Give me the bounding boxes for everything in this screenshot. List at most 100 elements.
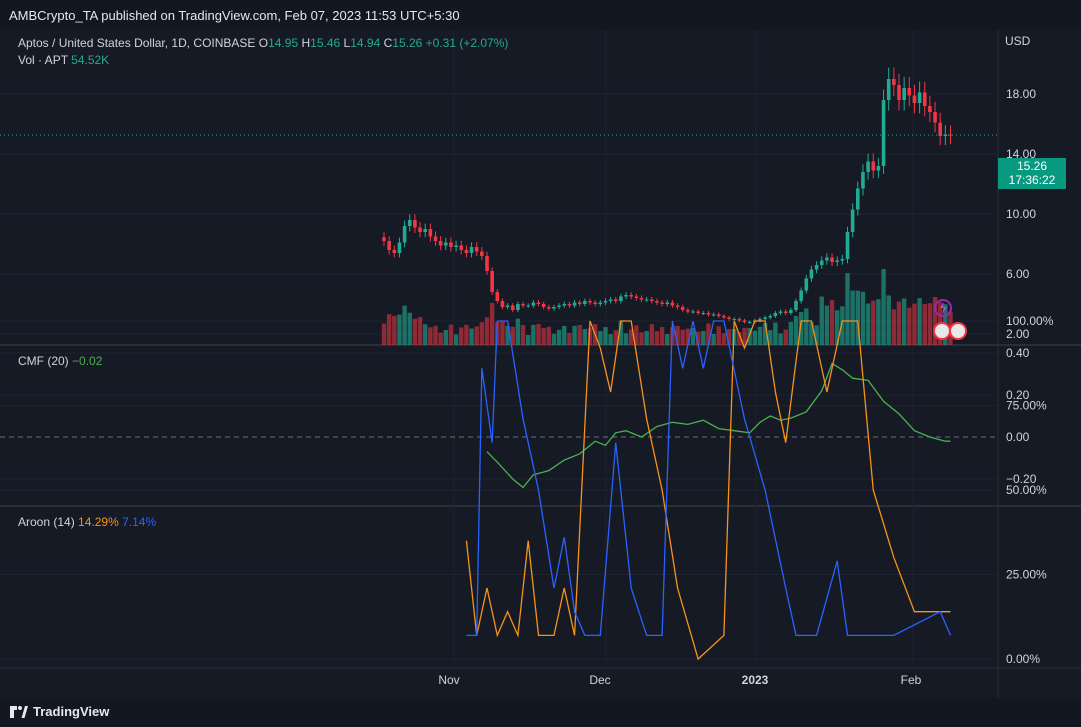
close-value: 15.26 xyxy=(392,36,423,50)
volume-bar xyxy=(562,325,567,345)
volume-bar xyxy=(567,333,572,345)
candle-body xyxy=(732,319,736,320)
candle-body xyxy=(789,310,793,313)
volume-bar xyxy=(711,334,716,345)
candle-body xyxy=(464,250,469,253)
aroon-tick-label: 75.00% xyxy=(1006,399,1047,413)
candle-body xyxy=(876,166,881,171)
aroon-label[interactable]: Aroon (14) xyxy=(18,515,75,529)
aroon-legend: Aroon (14) 14.29% 7.14% xyxy=(18,515,156,529)
candle-body xyxy=(613,299,618,301)
volume-bar xyxy=(793,316,799,345)
footer-brand[interactable]: TradingView xyxy=(33,704,109,719)
candle-body xyxy=(567,304,572,306)
volume-bar xyxy=(649,324,654,345)
candle-body xyxy=(804,278,809,291)
tradingview-logo-icon xyxy=(10,706,28,718)
volume-bar xyxy=(773,322,778,345)
candle-body xyxy=(454,245,458,247)
chart-area[interactable]: 18.00 14.00 10.00 6.00 2.00 0.40 0.20 0.00 −0.20… xyxy=(0,30,1081,698)
candle-body xyxy=(778,311,783,313)
candle-body xyxy=(577,302,582,304)
volume-bar xyxy=(474,326,479,345)
volume-bar xyxy=(423,324,428,345)
symbol-label[interactable]: Aptos / United States Dollar, 1D, COINBA… xyxy=(18,36,255,50)
volume-bar xyxy=(577,325,582,345)
volume-bar xyxy=(572,325,577,345)
price-tick-label: 10.00 xyxy=(1006,207,1036,221)
candle-body xyxy=(809,269,814,279)
candle-body xyxy=(413,220,417,228)
candle-body xyxy=(696,311,700,313)
volume-bar xyxy=(469,328,474,345)
candle-body xyxy=(521,304,525,306)
candle-body xyxy=(886,79,891,100)
volume-bar xyxy=(392,315,397,345)
change-value: +0.31 (+2.07%) xyxy=(425,36,509,50)
candle-body xyxy=(526,305,530,307)
volume-bar xyxy=(536,324,541,345)
volume-bar xyxy=(778,333,783,345)
volume-bar xyxy=(922,304,927,345)
volume-bar xyxy=(896,301,902,345)
candle-body xyxy=(428,229,433,237)
volume-bar xyxy=(665,334,670,345)
volume-bar xyxy=(845,273,850,345)
chart-svg[interactable]: 18.0014.0010.006.002.000.400.200.00−0.20… xyxy=(0,30,1081,698)
footer: TradingView xyxy=(0,698,1081,727)
candle-body xyxy=(418,227,422,232)
candle-body xyxy=(629,295,633,297)
volume-bar xyxy=(824,305,830,345)
candle-body xyxy=(485,256,489,271)
volume-bar xyxy=(680,329,685,345)
volume-bar xyxy=(459,327,464,345)
candle-body xyxy=(459,245,464,250)
volume-bar xyxy=(546,326,551,345)
candle-body xyxy=(912,95,917,103)
volume-bar xyxy=(433,325,438,345)
candle-body xyxy=(583,301,587,304)
candle-body xyxy=(480,251,484,256)
aroon-tick-label: 50.00% xyxy=(1006,483,1047,497)
candle-body xyxy=(547,307,551,309)
high-label: H xyxy=(301,36,311,50)
candle-body xyxy=(593,302,597,304)
cmf-label[interactable]: CMF (20) xyxy=(18,354,69,368)
aroon-tick-label: 25.00% xyxy=(1006,568,1047,582)
volume-bar xyxy=(438,332,443,345)
last-price: 15.26 xyxy=(1016,159,1048,173)
candle-body xyxy=(562,304,567,306)
candle-body xyxy=(819,260,824,265)
candle-body xyxy=(505,305,510,307)
candle-body xyxy=(902,88,906,100)
candle-body xyxy=(397,242,402,253)
candle-body xyxy=(922,92,927,106)
candle-body xyxy=(686,310,690,312)
currency-label[interactable]: USD xyxy=(1005,34,1030,48)
low-value: 14.94 xyxy=(350,36,381,50)
candle-body xyxy=(382,237,386,241)
candle-body xyxy=(742,320,747,322)
volume-bar xyxy=(891,309,897,345)
candle-body xyxy=(763,317,767,319)
candle-body xyxy=(407,220,412,226)
volume-bar xyxy=(659,327,665,345)
cmf-legend: CMF (20) −0.02 xyxy=(18,354,102,368)
candle-body xyxy=(655,301,659,303)
candle-body xyxy=(835,260,839,262)
cmf-line xyxy=(486,362,951,489)
price-tick-label: 6.00 xyxy=(1006,267,1030,281)
candle-body xyxy=(660,302,664,304)
candle-body xyxy=(871,161,876,171)
candle-body xyxy=(706,313,711,315)
candle-body xyxy=(423,229,427,232)
bar-countdown: 17:36:22 xyxy=(1008,173,1056,187)
volume-bar xyxy=(623,333,629,345)
volume-legend: Vol · APT 54.52K xyxy=(18,53,109,67)
candle-body xyxy=(840,259,845,261)
volume-bar xyxy=(520,325,526,345)
candle-body xyxy=(933,112,937,123)
candle-body xyxy=(490,271,494,292)
volume-label[interactable]: Vol · APT xyxy=(18,53,68,67)
last-price-tag: 15.26 17:36:22 xyxy=(998,158,1066,189)
